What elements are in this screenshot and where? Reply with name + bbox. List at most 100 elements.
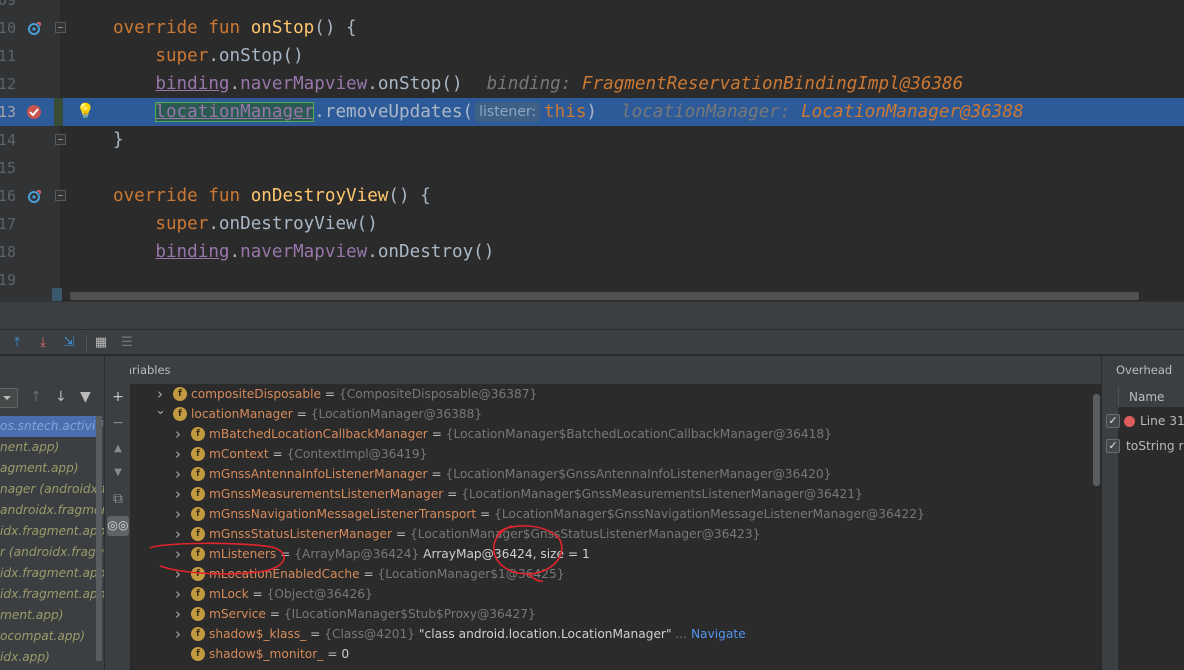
expand-arrow-icon[interactable]: › [173,424,183,444]
code-line[interactable]: 09 [0,0,1184,14]
variable-row[interactable]: › f mGnssNavigationMessageListenerTranspor… [130,504,1093,524]
frame-item[interactable]: os.sntech.activities.c [0,416,104,437]
expand-arrow-icon[interactable]: › [173,584,183,604]
step-out-icon[interactable]: ⤒ [8,334,26,352]
frame-item[interactable]: agment.app) [0,458,96,479]
checkbox[interactable]: ✓ [1106,439,1120,453]
overhead-row[interactable]: ✓ Line 313 [1106,409,1184,434]
code-line[interactable]: 10 override fun onStop() { [0,14,1184,42]
variable-value: ArrayMap@36424, size = 1 [419,547,590,561]
frame-item[interactable]: idx.app) [0,647,96,668]
frame-item[interactable]: idx.fragment.app) [0,521,104,542]
variable-row[interactable]: ⌄ f locationManager = {LocationManager@363… [130,404,1093,424]
code-line[interactable]: 12 binding.naverMapview.onStop() binding:… [0,70,1184,98]
frame-item[interactable]: idx.fragment.app) [0,584,104,605]
code-editor[interactable]: 09 10 override fun onStop() {11 super.onSt… [0,0,1184,301]
glasses-icon[interactable]: ◎◎ [107,516,129,536]
variables-scrollbar[interactable] [1093,384,1101,670]
expand-arrow-icon[interactable]: › [173,604,183,624]
code-line[interactable]: 15 [0,154,1184,182]
code-line[interactable]: 16 override fun onDestroyView() { [0,182,1184,210]
fold-icon[interactable] [55,22,66,33]
identifier-location-manager[interactable]: locationManager [155,102,315,122]
evaluate-expression-icon[interactable]: ▦ [92,334,110,352]
code-line[interactable]: 19 [0,266,1184,294]
variable-row[interactable]: › f mService = {ILocationManager$Stub$Prox… [130,604,1093,624]
move-up-icon[interactable]: ▲ [109,440,127,458]
breakpoint-dot-icon [1124,416,1135,427]
variable-row[interactable]: › f mListeners = {ArrayMap@36424} ArrayMap… [130,544,1093,564]
override-icon[interactable] [27,189,41,203]
expand-arrow-icon[interactable]: › [173,624,183,644]
field-icon: f [191,527,205,541]
expand-arrow-icon[interactable]: › [173,524,183,544]
variable-row[interactable]: › f mContext = {ContextImpl@36419} [130,444,1093,464]
frame-item[interactable]: r (androidx.fragmen [0,542,104,563]
drop-frame-icon[interactable]: ⤓ [34,334,52,352]
move-down-icon[interactable]: ▼ [109,464,127,482]
code-token: .removeUpdates( [314,102,474,122]
variable-row[interactable]: › f mBatchedLocationCallbackManager = {Loc… [130,424,1093,444]
arrow-down-icon[interactable]: ↓ [55,389,67,405]
variable-row[interactable]: › f mGnssMeasurementsListenerManager = {Lo… [130,484,1093,504]
expand-arrow-icon[interactable]: › [155,384,165,404]
code-line[interactable]: 11 super.onStop() [0,42,1184,70]
variable-row[interactable]: › f mGnssAntennaInfoListenerManager = {Loc… [130,464,1093,484]
expand-arrow-icon[interactable]: › [173,444,183,464]
code-line[interactable]: 13 💡 locationManager.removeUpdates(listen… [0,98,1184,126]
overhead-column-header[interactable]: Name [1118,386,1184,408]
frames-scrollbar[interactable] [96,416,102,661]
code-line[interactable]: 17 super.onDestroyView() [0,210,1184,238]
variable-row[interactable]: f shadow$_monitor_ = 0 [130,644,1093,664]
variable-row[interactable]: › f mLocationEnabledCache = {LocationManag… [130,564,1093,584]
run-to-cursor-icon[interactable]: ⇲ [60,334,78,352]
lightbulb-icon[interactable]: 💡 [76,102,95,120]
remove-watch-icon[interactable]: − [109,414,127,432]
variable-value: "class android.location.LocationManager" [415,627,672,641]
frame-item[interactable]: nager (androidx.frag [0,479,104,500]
fold-icon[interactable] [55,134,66,145]
copy-icon[interactable]: ⧉ [109,490,127,508]
arrow-up-icon[interactable]: ↑ [30,389,42,405]
variable-row[interactable]: › f mGnssStatusListenerManager = {Location… [130,524,1093,544]
breakpoint-icon[interactable] [26,104,41,119]
frame-item[interactable]: ment.app) [0,605,96,626]
checkbox[interactable]: ✓ [1106,414,1120,428]
overhead-row[interactable]: ✓ toString re [1106,434,1184,459]
variable-row[interactable]: › f shadow$_klass_ = {Class@4201} "class a… [130,624,1093,644]
frame-item[interactable]: idx.fragment.app) [0,563,104,584]
variable-row[interactable]: › f mLock = {Object@36426} [130,584,1093,604]
equals-sign: = [321,387,339,401]
editor-horizontal-scrollbar[interactable] [70,292,1139,300]
expand-arrow-icon[interactable]: › [173,504,183,524]
collapse-arrow-icon[interactable]: ⌄ [155,404,166,424]
navigate-link[interactable]: Navigate [691,627,746,641]
thread-dropdown[interactable] [0,388,18,408]
filter-icon[interactable]: ▼ [80,389,91,405]
code-line[interactable]: 14} [0,126,1184,154]
panel-splitter[interactable] [0,301,1184,329]
frame-item[interactable]: ocompat.app) [0,626,96,647]
override-icon[interactable] [27,21,41,35]
scrollbar-thumb[interactable] [1093,394,1100,486]
trace-icon[interactable]: ☰ [118,334,136,352]
equals-sign: = [359,567,378,581]
expand-arrow-icon[interactable]: › [173,544,183,564]
code-token: . [229,242,241,262]
expand-arrow-icon[interactable]: › [173,484,183,504]
field-icon: f [173,407,187,421]
add-watch-icon[interactable]: + [109,388,127,406]
identifier-binding[interactable]: binding [155,74,229,94]
code-line[interactable]: 18 binding.naverMapview.onDestroy() [0,238,1184,266]
frame-item[interactable]: nent.app) [0,437,96,458]
fold-icon[interactable] [55,190,66,201]
frame-item[interactable]: androidx.fragment.app [0,500,104,521]
expand-arrow-icon[interactable]: › [173,564,183,584]
identifier-binding[interactable]: binding [155,242,229,262]
expand-arrow-icon[interactable]: › [173,464,183,484]
code-text: binding.naverMapview.onStop() binding: Fr… [113,70,963,98]
code-token: () { [388,186,431,206]
equals-sign: = [392,527,411,541]
variable-row[interactable]: › f compositeDisposable = {CompositeDispos… [130,384,1093,404]
field-icon: f [191,507,205,521]
